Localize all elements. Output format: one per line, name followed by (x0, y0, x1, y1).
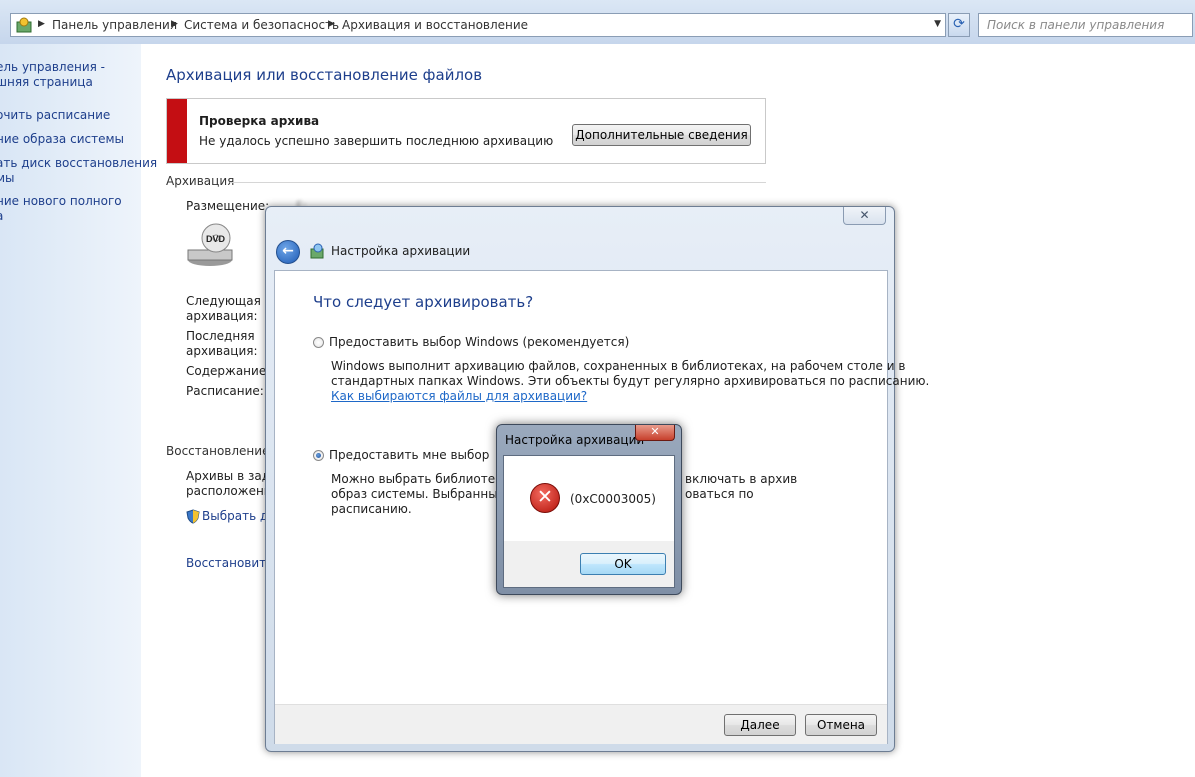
refresh-button[interactable]: ⟳ (948, 13, 970, 37)
page-title: Архивация или восстановление файлов (166, 66, 483, 84)
dvd-drive-icon: DVD (187, 223, 233, 266)
chevron-right-icon: ▶ (38, 19, 45, 29)
radio-label-let-me-choose[interactable]: Предоставить мне выбор (329, 448, 489, 462)
last-backup-label: Последняя архивация: (186, 329, 258, 358)
radio-let-windows-choose[interactable] (313, 337, 324, 348)
refresh-icon: ⟳ (953, 16, 965, 32)
option2-description: Можно выбрать библиотеки и образ системы… (331, 472, 523, 516)
breadcrumb-backup-restore[interactable]: Архивация и восстановление (342, 18, 528, 32)
close-icon: ✕ (650, 425, 660, 438)
close-button[interactable]: ✕ (843, 207, 886, 225)
error-dialog-footer: OK (504, 541, 674, 587)
more-info-button[interactable]: Дополнительные сведения (572, 124, 751, 146)
wizard-title: Настройка архивации (331, 244, 471, 258)
chevron-down-icon[interactable]: ▼ (934, 19, 941, 29)
breadcrumb-system-security[interactable]: Система и безопасность (184, 18, 339, 32)
how-files-chosen-link[interactable]: Как выбираются файлы для архивации? (331, 389, 587, 404)
nav-item-disable-schedule[interactable]: очить расписание (0, 108, 110, 123)
svg-text:DVD: DVD (206, 234, 226, 244)
wizard-footer: Далее Отмена (275, 704, 887, 744)
search-input[interactable]: Поиск в панели управления (978, 13, 1193, 37)
option2-description-tail: включать в архив оваться по (685, 472, 798, 501)
breadcrumb-control-panel[interactable]: Панель управления (52, 18, 177, 32)
backup-section-label: Архивация (166, 174, 235, 188)
address-field[interactable]: ▶ Панель управления ▶ Система и безопасн… (10, 13, 946, 37)
nav-item-create-full-backup[interactable]: ние нового полного а (0, 194, 122, 224)
backup-app-icon (310, 243, 324, 259)
left-nav: ель управления - шняя страница очить рас… (0, 44, 157, 777)
alert-panel: Проверка архива Не удалось успешно завер… (166, 98, 766, 164)
cancel-button[interactable]: Отмена (805, 714, 877, 736)
alert-text: Не удалось успешно завершить последнюю а… (199, 134, 554, 148)
error-icon: ✕ (530, 483, 560, 513)
radio-label-let-windows-choose[interactable]: Предоставить выбор Windows (рекомендуетс… (329, 335, 629, 349)
error-dialog-body: ✕ (0xC0003005) OK (503, 455, 675, 588)
back-button[interactable]: ← (276, 240, 300, 264)
ok-button[interactable]: OK (580, 553, 666, 575)
control-panel-icon (16, 17, 32, 33)
error-code: (0xC0003005) (570, 492, 656, 506)
arrow-left-icon: ← (282, 243, 294, 259)
error-dialog: Настройка архивации ✕ ✕ (0xC0003005) OK (496, 424, 682, 595)
contents-label: Содержание: (186, 364, 271, 378)
restore-section-label: Восстановление (166, 444, 270, 458)
error-close-button[interactable]: ✕ (635, 425, 675, 441)
alert-title: Проверка архива (199, 114, 320, 128)
close-icon: ✕ (859, 208, 870, 222)
address-bar: ▶ Панель управления ▶ Система и безопасн… (0, 0, 1195, 44)
next-backup-label: Следующая архивация: (186, 294, 261, 323)
error-dialog-title: Настройка архивации (505, 433, 645, 447)
next-button[interactable]: Далее (724, 714, 796, 736)
nav-item-create-system-image[interactable]: ние образа системы (0, 132, 124, 147)
alert-stripe (167, 99, 187, 163)
schedule-label: Расписание: (186, 384, 264, 398)
wizard-heading: Что следует архивировать? (313, 293, 534, 311)
nav-item-control-panel-home[interactable]: ель управления - шняя страница (0, 60, 105, 90)
shield-icon (186, 509, 200, 524)
location-label: Размещение: (186, 199, 270, 213)
nav-item-create-recovery-disc[interactable]: ать диск восстановления мы (0, 156, 157, 186)
restore-link[interactable]: Восстановить (186, 556, 273, 570)
chevron-right-icon: ▶ (171, 19, 178, 29)
chevron-right-icon: ▶ (328, 19, 335, 29)
radio-let-me-choose[interactable] (313, 450, 324, 461)
section-divider (230, 182, 766, 183)
option1-description: Windows выполнит архивацию файлов, сохра… (331, 359, 930, 388)
